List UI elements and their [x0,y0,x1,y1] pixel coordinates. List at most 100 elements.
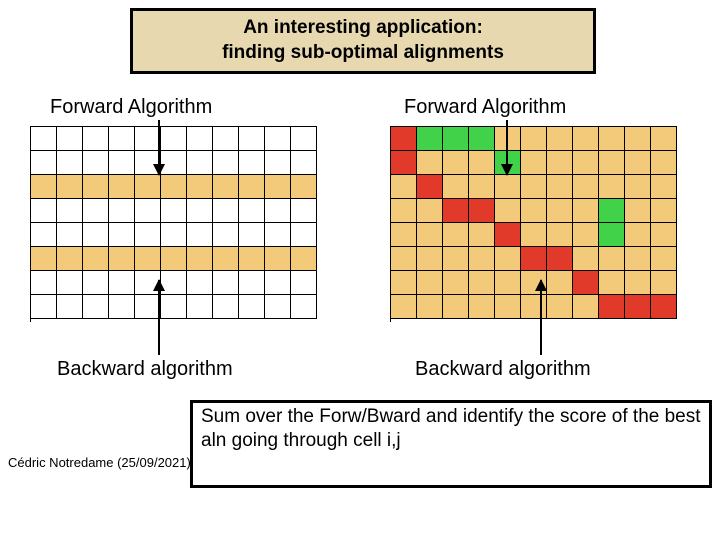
grid-cell [187,175,213,199]
grid-cell [265,151,291,175]
grid-cell [573,223,599,247]
grid-cell [213,199,239,223]
grid-cell [625,175,651,199]
grid-cell [651,151,677,175]
grid-cell [31,127,57,151]
grid-cell [239,151,265,175]
grid-cell [651,247,677,271]
grid-cell [31,247,57,271]
grid-cell [469,127,495,151]
grid-cell [109,247,135,271]
grid-cell [239,199,265,223]
grid-cell [651,295,677,319]
grid-cell [187,271,213,295]
grid-cell [57,295,83,319]
grid-cell [547,199,573,223]
grid-cell [161,247,187,271]
grid-cell [109,199,135,223]
grid-cell [187,247,213,271]
grid-cell [31,295,57,319]
grid-cell [599,223,625,247]
grid-cell [469,247,495,271]
grid-cell [265,271,291,295]
grid-cell [213,271,239,295]
grid-cell [213,151,239,175]
grid-cell [31,223,57,247]
grid-cell [417,295,443,319]
grid-left [30,126,317,322]
grid-cell [521,127,547,151]
label-forward-right: Forward Algorithm [404,96,566,119]
grid-cell [599,295,625,319]
grid-cell [265,295,291,319]
grid-cell [495,271,521,295]
grid-cell [573,127,599,151]
grid-cell [291,271,317,295]
grid-cell [469,175,495,199]
grid-cell [291,223,317,247]
grid-cell [417,271,443,295]
grid-cell [417,247,443,271]
grid-cell [109,127,135,151]
grid-cell [573,175,599,199]
grid-cell [213,247,239,271]
grid-cell [83,223,109,247]
grid-cell [547,271,573,295]
grid-cell [57,247,83,271]
grid-cell [547,247,573,271]
grid-cell [391,295,417,319]
grid-cell [239,247,265,271]
grid-cell [135,199,161,223]
grid-cell [187,151,213,175]
grid-cell [625,127,651,151]
grid-cell [109,295,135,319]
grid-cell [417,151,443,175]
grid-cell [161,127,187,151]
grid-cell [547,127,573,151]
grid-cell [213,295,239,319]
grid-cell [469,295,495,319]
grid-cell [213,127,239,151]
grid-cell [625,199,651,223]
grid-cell [521,199,547,223]
grid-cell [187,199,213,223]
grid-cell [109,271,135,295]
grid-cell [57,271,83,295]
grid-cell [599,271,625,295]
title-line-2: finding sub-optimal alignments [133,41,593,66]
grid-cell [57,223,83,247]
arrow-backward-right [540,280,542,355]
grid-cell [213,223,239,247]
grid-cell [495,295,521,319]
grid-cell [573,295,599,319]
summary-box: Sum over the Forw/Bward and identify the… [190,400,712,488]
grid-cell [443,223,469,247]
grid-cell [239,127,265,151]
grid-cell [109,151,135,175]
grid-cell [187,223,213,247]
label-backward-left: Backward algorithm [57,358,233,381]
grid-cell [573,199,599,223]
label-forward-left: Forward Algorithm [50,96,212,119]
grid-cell [521,247,547,271]
grid-cell [651,271,677,295]
grid-cell [573,247,599,271]
grid-cell [291,199,317,223]
grid-cell [469,151,495,175]
arrow-forward-right [506,120,508,175]
grid-cell [625,295,651,319]
grid-cell [83,151,109,175]
grid-cell [239,271,265,295]
grid-cell [417,175,443,199]
grid-cell [495,127,521,151]
grid-cell [109,223,135,247]
grid-cell [31,151,57,175]
grid-cell [291,175,317,199]
grid-right [390,126,677,322]
grid-cell [83,127,109,151]
grid-cell [291,151,317,175]
grid-cell [547,295,573,319]
grid-cell [651,199,677,223]
grid-cell [599,247,625,271]
grid-cell [417,199,443,223]
